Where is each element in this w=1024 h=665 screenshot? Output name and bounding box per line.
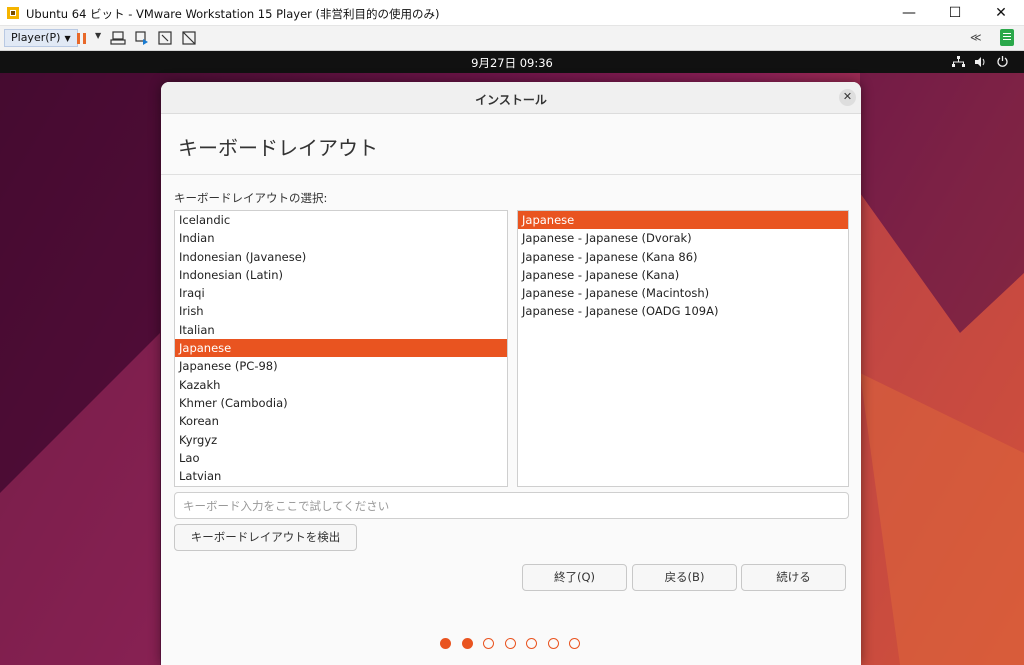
list-item[interactable]: Japanese (PC-98) bbox=[175, 357, 507, 375]
progress-dot bbox=[440, 638, 451, 649]
list-item[interactable]: Icelandic bbox=[175, 211, 507, 229]
back-button[interactable]: 戻る(B) bbox=[632, 564, 737, 591]
progress-dot bbox=[504, 638, 516, 649]
divider bbox=[161, 174, 861, 175]
window-titlebar: Ubuntu 64 ビット - VMware Workstation 15 Pl… bbox=[0, 0, 1024, 26]
vm-library-icon[interactable] bbox=[1000, 29, 1014, 46]
maximize-icon[interactable]: ☐ bbox=[932, 0, 978, 26]
close-icon[interactable]: ✕ bbox=[839, 89, 856, 106]
list-item[interactable]: Indonesian (Javanese) bbox=[175, 248, 507, 266]
continue-button[interactable]: 続ける bbox=[741, 564, 846, 591]
pause-icon[interactable] bbox=[76, 30, 90, 46]
list-item[interactable]: Japanese - Japanese (OADG 109A) bbox=[518, 302, 848, 320]
progress-dot bbox=[461, 638, 473, 649]
chevron-down-icon: ▼ bbox=[64, 34, 71, 43]
send-ctrl-alt-del-icon[interactable] bbox=[110, 30, 126, 46]
list-item[interactable]: Kazakh bbox=[175, 376, 507, 394]
player-menu-button[interactable]: Player(P) ▼ bbox=[4, 29, 78, 47]
installer-header: インストール ✕ bbox=[161, 82, 861, 114]
detect-layout-button[interactable]: キーボードレイアウトを検出 bbox=[174, 524, 357, 551]
installer-title: インストール bbox=[475, 93, 547, 107]
list-item[interactable]: Kyrgyz bbox=[175, 431, 507, 449]
installer-window: インストール ✕ キーボードレイアウト キーボードレイアウトの選択: Icela… bbox=[161, 82, 861, 665]
list-item[interactable]: Indonesian (Latin) bbox=[175, 266, 507, 284]
ubuntu-topbar: 9月27日 09:36 bbox=[0, 51, 1024, 73]
fullscreen-icon[interactable] bbox=[157, 30, 173, 46]
window-title: Ubuntu 64 ビット - VMware Workstation 15 Pl… bbox=[26, 7, 440, 21]
minimize-icon[interactable]: — bbox=[886, 0, 932, 26]
close-icon[interactable]: ✕ bbox=[978, 0, 1024, 26]
layout-list[interactable]: Icelandic Indian Indonesian (Javanese) Indo… bbox=[174, 210, 508, 487]
list-item[interactable]: Japanese - Japanese (Kana 86) bbox=[518, 248, 848, 266]
list-item[interactable]: Italian bbox=[175, 321, 507, 339]
progress-dot bbox=[569, 638, 580, 649]
list-item[interactable]: Japanese bbox=[518, 211, 848, 230]
player-menu-label: Player(P) bbox=[11, 31, 61, 44]
list-item[interactable]: Indian bbox=[175, 229, 507, 247]
collapse-toolbar-icon[interactable]: ≪ bbox=[970, 31, 982, 44]
network-icon[interactable] bbox=[952, 56, 965, 68]
variant-list[interactable]: Japanese Japanese - Japanese (Dvorak) Japa… bbox=[517, 210, 849, 487]
list-item[interactable]: Japanese - Japanese (Macintosh) bbox=[518, 284, 848, 302]
layout-select-label: キーボードレイアウトの選択: bbox=[174, 191, 328, 205]
keyboard-test-input[interactable] bbox=[174, 492, 849, 519]
list-item[interactable]: Latvian bbox=[175, 467, 507, 485]
removable-devices-icon[interactable] bbox=[134, 30, 150, 46]
quit-button[interactable]: 終了(Q) bbox=[522, 564, 627, 591]
list-item[interactable]: Korean bbox=[175, 412, 507, 430]
page-title: キーボードレイアウト bbox=[178, 136, 378, 160]
list-item[interactable]: Japanese - Japanese (Dvorak) bbox=[518, 229, 848, 247]
list-item[interactable]: Japanese - Japanese (Kana) bbox=[518, 266, 848, 284]
list-item[interactable]: Japanese bbox=[175, 339, 507, 358]
power-icon[interactable] bbox=[996, 55, 1009, 68]
vmware-toolbar: Player(P) ▼ ▼ ≪ bbox=[0, 26, 1024, 51]
progress-dot bbox=[526, 638, 537, 649]
progress-dot bbox=[483, 638, 494, 649]
volume-icon[interactable] bbox=[974, 56, 987, 68]
vmware-player-icon bbox=[7, 7, 19, 19]
list-item[interactable]: Lao bbox=[175, 449, 507, 467]
list-item[interactable]: Iraqi bbox=[175, 284, 507, 302]
unity-icon[interactable] bbox=[181, 30, 197, 46]
pause-dropdown-icon[interactable]: ▼ bbox=[95, 31, 101, 40]
progress-dot bbox=[547, 638, 559, 649]
clock[interactable]: 9月27日 09:36 bbox=[0, 55, 1024, 71]
list-item[interactable]: Irish bbox=[175, 302, 507, 320]
list-item[interactable]: Khmer (Cambodia) bbox=[175, 394, 507, 412]
